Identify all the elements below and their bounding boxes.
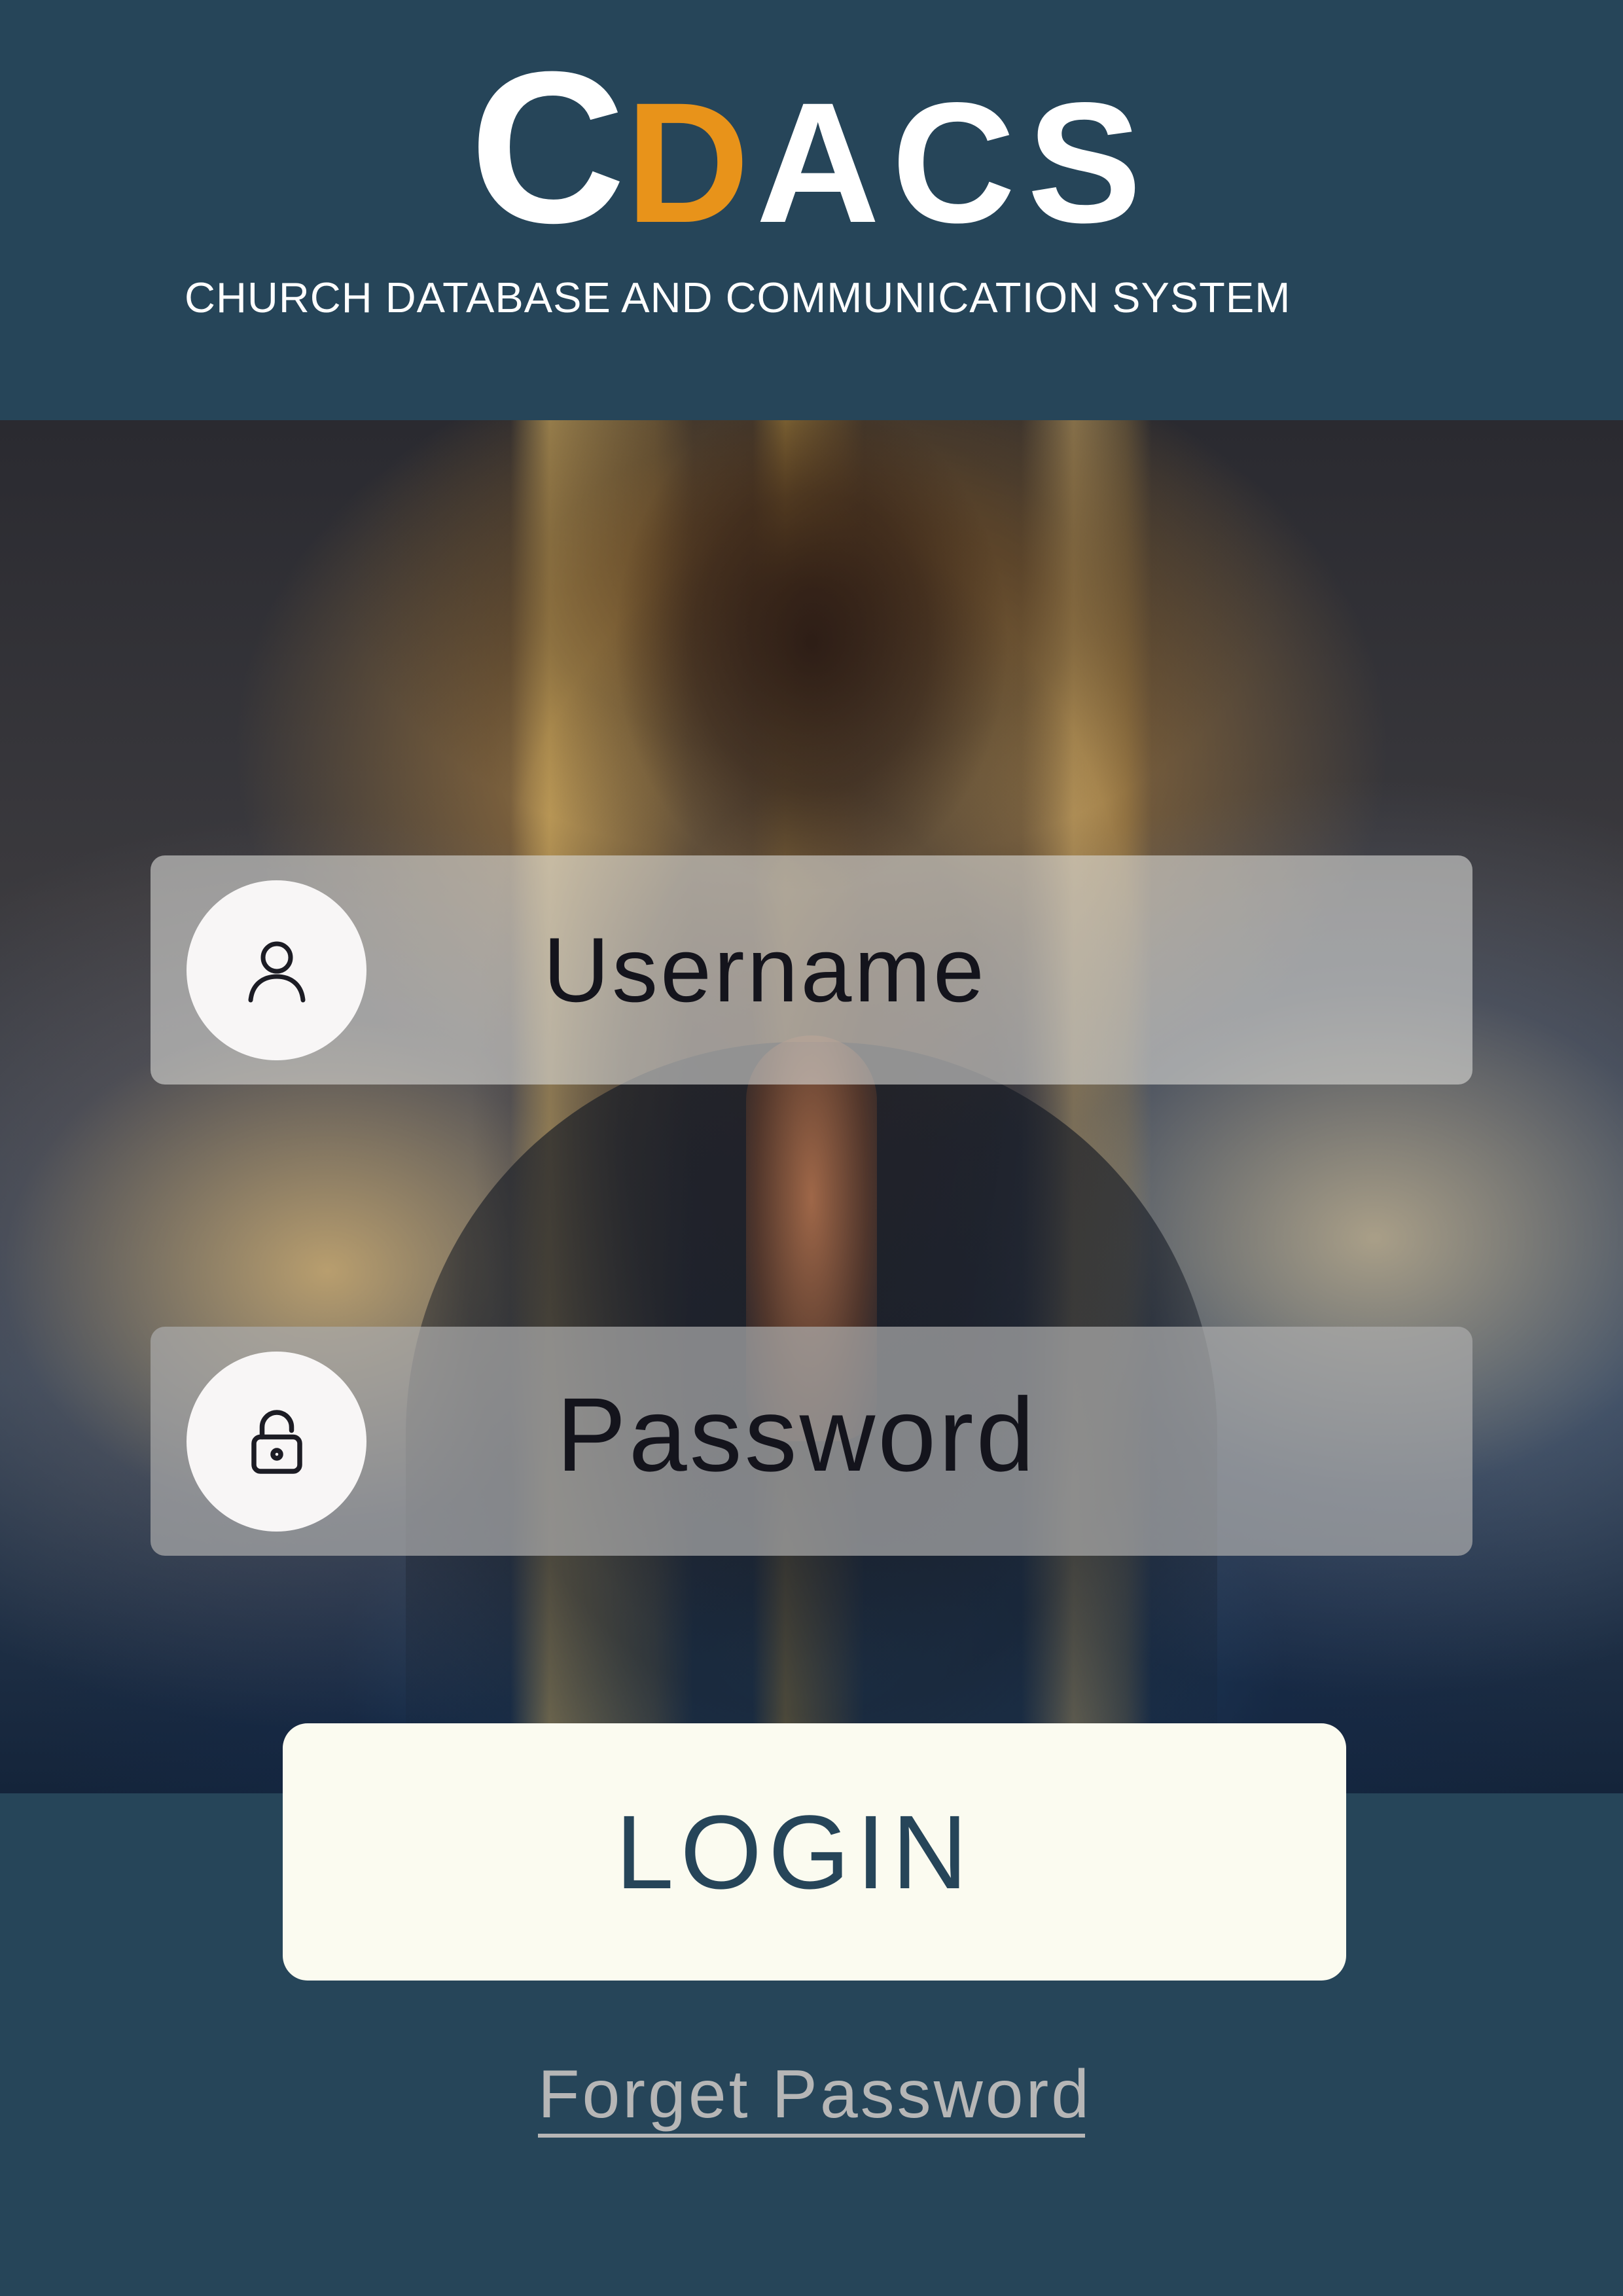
username-input[interactable]: Username xyxy=(543,855,987,1085)
user-icon xyxy=(187,880,366,1060)
lock-icon xyxy=(187,1352,366,1532)
forget-password-link[interactable]: Forget Password xyxy=(538,2055,1089,2138)
hero-background-image xyxy=(0,420,1623,1793)
logo-letters-acs: ACS xyxy=(756,67,1154,259)
logo-letter-c: C xyxy=(469,26,626,268)
password-input[interactable]: Password xyxy=(556,1320,1037,1549)
app-tagline: CHURCH DATABASE AND COMMUNICATION SYSTEM xyxy=(185,274,1291,321)
login-button[interactable]: LOGIN xyxy=(283,1723,1346,1981)
app-logo: CDACS xyxy=(0,26,1623,268)
password-field[interactable]: Password xyxy=(151,1327,1472,1556)
logo-letter-d: D xyxy=(625,67,757,259)
username-field[interactable]: Username xyxy=(151,855,1472,1085)
login-button-label: LOGIN xyxy=(615,1793,974,1910)
app-header: CDACS CHURCH DATABASE AND COMMUNICATION … xyxy=(0,0,1623,420)
